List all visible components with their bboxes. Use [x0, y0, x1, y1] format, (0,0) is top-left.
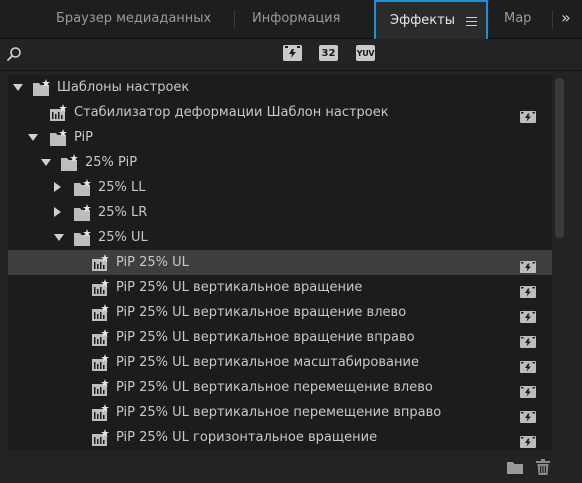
tab-media-browser[interactable]: Браузер медиаданных: [56, 0, 226, 38]
tree-item-label: PiP 25% UL горизонтальное вращение: [116, 430, 378, 445]
tab-bar: Браузер медиаданных Информация Эффекты М…: [0, 0, 582, 39]
effect-preset-icon: [92, 304, 110, 321]
tree-folder-row[interactable]: 25% UL: [8, 225, 552, 250]
effect-preset-icon: [92, 254, 110, 271]
tree-item-label: PiP 25% UL вертикальное вращение: [116, 280, 363, 295]
effects-panel: Браузер медиаданных Информация Эффекты М…: [0, 0, 582, 483]
preset-folder-icon: [74, 204, 92, 221]
tree-item-label: PiP 25% UL вертикальное вращение вправо: [116, 330, 415, 345]
bottom-toolbar: [0, 452, 582, 483]
tab-divider: [234, 10, 235, 28]
preset-folder-icon: [74, 179, 92, 196]
expand-triangle-open-icon[interactable]: [28, 134, 38, 141]
tab-divider: [552, 10, 553, 28]
preset-folder-icon: [74, 229, 92, 246]
tree-preset-row[interactable]: PiP 25% UL вертикальное перемещение влев…: [8, 375, 552, 400]
preset-folder-icon: [33, 79, 51, 96]
tree-folder-row[interactable]: 25% LL: [8, 175, 552, 200]
trash-icon[interactable]: [536, 459, 550, 475]
overflow-chevron-icon[interactable]: »: [561, 0, 571, 38]
tree-item-label: 25% LL: [98, 180, 146, 195]
new-folder-icon[interactable]: [507, 460, 523, 474]
expand-triangle-closed-icon[interactable]: [54, 182, 61, 192]
accelerated-effects-filter-icon[interactable]: [283, 45, 302, 61]
tree-folder-row[interactable]: Шаблоны настроек: [8, 75, 552, 100]
tree-item-label: PiP 25% UL вертикальное перемещение влев…: [116, 380, 433, 395]
tree-item-label: 25% UL: [98, 230, 148, 245]
tree-item-label: 25% PiP: [85, 155, 138, 170]
tree-preset-row[interactable]: PiP 25% UL вертикальное вращение: [8, 275, 552, 300]
tree-item-label: Шаблоны настроек: [57, 80, 190, 95]
accelerated-effect-icon: [520, 357, 536, 373]
expand-triangle-open-icon[interactable]: [41, 159, 51, 166]
tab-info[interactable]: Информация: [252, 0, 362, 38]
tree-preset-row[interactable]: PiP 25% UL: [8, 250, 552, 275]
effects-toolbar: 32 YUV: [0, 39, 582, 71]
tree-item-label: 25% LR: [98, 205, 148, 220]
preset-folder-icon: [50, 129, 68, 146]
accelerated-effect-icon: [520, 257, 536, 273]
tree-folder-row[interactable]: 25% PiP: [8, 150, 552, 175]
expand-triangle-open-icon[interactable]: [13, 84, 23, 91]
tab-effects[interactable]: Эффекты: [374, 0, 488, 39]
effect-preset-icon: [92, 329, 110, 346]
expand-triangle-open-icon[interactable]: [54, 234, 64, 241]
accelerated-effect-icon: [520, 282, 536, 298]
effect-preset-icon: [92, 379, 110, 396]
32bit-filter-button[interactable]: 32: [319, 45, 338, 61]
tree-item-label: PiP 25% UL вертикальное вращение влево: [116, 305, 407, 320]
tree-preset-row[interactable]: PiP 25% UL горизонтальное вращение: [8, 425, 552, 450]
tree-folder-row[interactable]: 25% LR: [8, 200, 552, 225]
tree-item-label: PiP: [74, 130, 94, 145]
effect-preset-icon: [92, 279, 110, 296]
effect-preset-icon: [92, 354, 110, 371]
tree-preset-row[interactable]: PiP 25% UL вертикальное масштабирование: [8, 350, 552, 375]
tree-preset-row[interactable]: Стабилизатор деформации Шаблон настроек: [8, 100, 552, 125]
accelerated-effect-icon: [520, 107, 536, 123]
preset-folder-icon: [61, 154, 79, 171]
tree-preset-row[interactable]: PiP 25% UL вертикальное вращение влево: [8, 300, 552, 325]
effect-preset-icon: [50, 104, 68, 121]
accelerated-effect-icon: [520, 382, 536, 398]
tab-effects-label: Эффекты: [390, 13, 455, 28]
effect-preset-icon: [92, 404, 110, 421]
tree-folder-row[interactable]: PiP: [8, 125, 552, 150]
effects-tree: Шаблоны настроек Стабилизатор деформации …: [8, 75, 552, 450]
accelerated-effect-icon: [520, 407, 536, 423]
tree-item-label: Стабилизатор деформации Шаблон настроек: [74, 105, 389, 120]
scrollbar-thumb[interactable]: [555, 78, 564, 238]
tab-markers[interactable]: Мар: [504, 0, 540, 38]
accelerated-effect-icon: [520, 307, 536, 323]
accelerated-effect-icon: [520, 432, 536, 448]
panel-menu-icon[interactable]: [466, 17, 477, 29]
tree-item-label: PiP 25% UL вертикальное масштабирование: [116, 355, 419, 370]
tree-item-label: PiP 25% UL: [116, 255, 189, 270]
effect-preset-icon: [92, 429, 110, 446]
expand-triangle-closed-icon[interactable]: [54, 207, 61, 217]
tree-item-label: PiP 25% UL вертикальное перемещение впра…: [116, 405, 442, 420]
accelerated-effect-icon: [520, 332, 536, 348]
tree-preset-row[interactable]: PiP 25% UL вертикальное перемещение впра…: [8, 400, 552, 425]
yuv-filter-button[interactable]: YUV: [356, 45, 375, 61]
search-icon[interactable]: [6, 46, 22, 62]
tree-preset-row[interactable]: PiP 25% UL вертикальное вращение вправо: [8, 325, 552, 350]
